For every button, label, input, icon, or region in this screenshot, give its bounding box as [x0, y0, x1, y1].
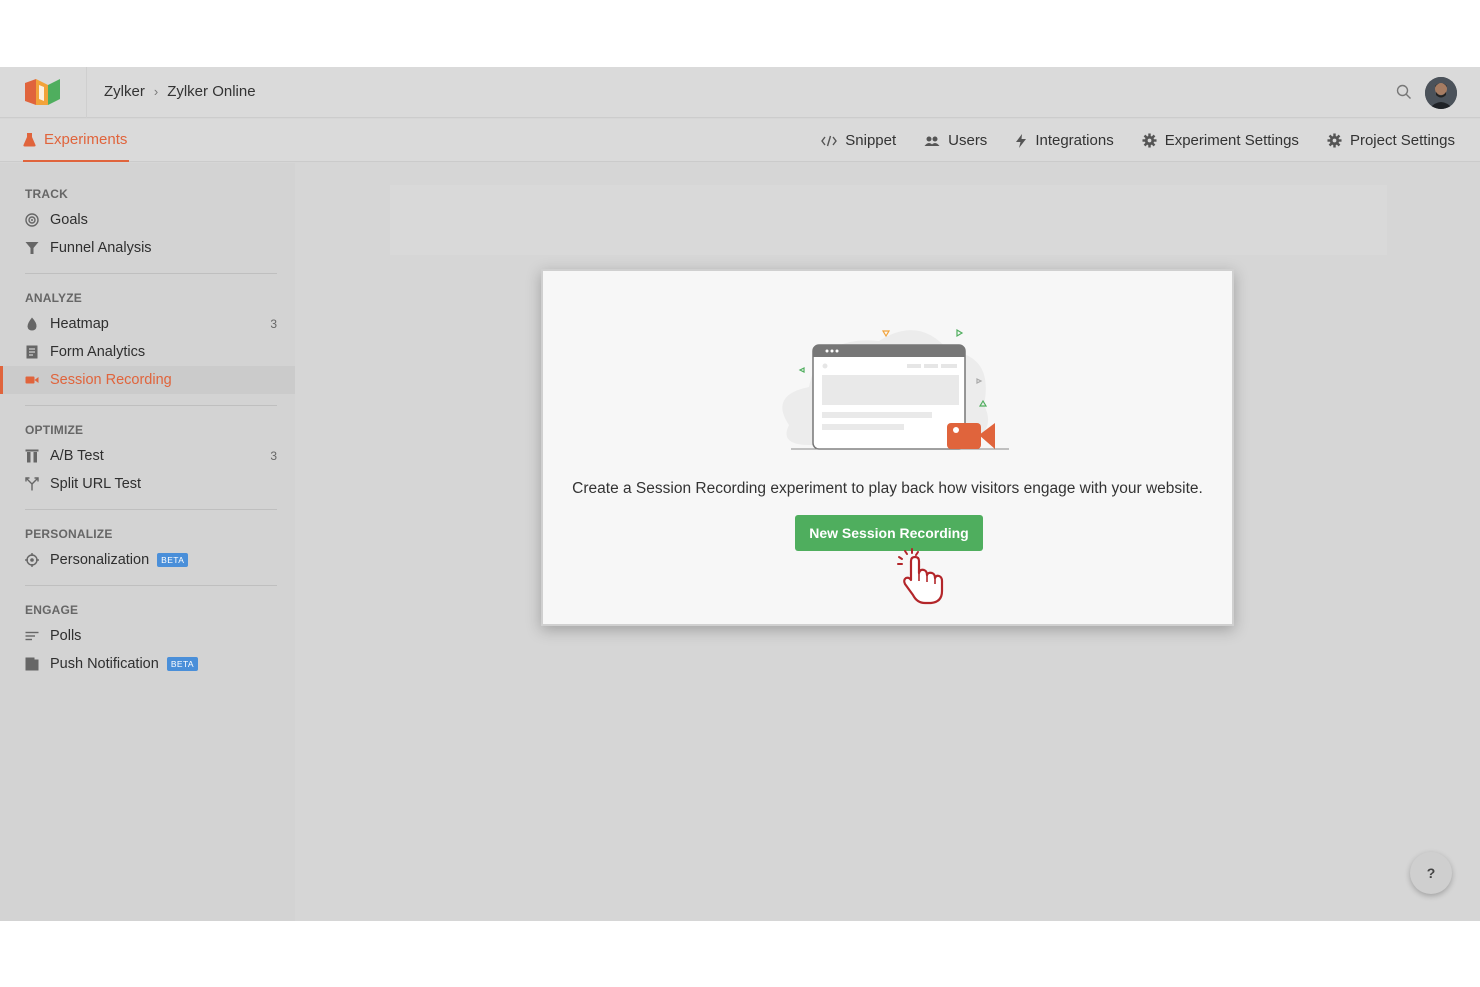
tab-experiments-label: Experiments	[44, 131, 128, 148]
nav-experiment-settings[interactable]: Experiment Settings	[1142, 132, 1299, 149]
top-bar: Zylker › Zylker Online	[0, 67, 1480, 118]
bolt-icon	[1016, 133, 1027, 148]
nav-users[interactable]: Users	[924, 132, 987, 149]
sidebar-item-ab-test[interactable]: A/B Test 3	[0, 442, 295, 470]
nav-project-settings[interactable]: Project Settings	[1327, 132, 1455, 149]
app-window: Zylker › Zylker Online Experiments Snipp…	[0, 67, 1480, 921]
sidebar-item-split-url-test[interactable]: Split URL Test	[0, 470, 295, 498]
nav-experiment-settings-label: Experiment Settings	[1164, 132, 1299, 149]
pointer-hand-icon	[897, 548, 944, 605]
sidebar-item-heatmap[interactable]: Heatmap 3	[0, 310, 295, 338]
nav-project-settings-label: Project Settings	[1349, 132, 1455, 149]
sidebar-item-push-notification[interactable]: Push Notification BETA	[0, 650, 295, 678]
video-icon	[25, 376, 39, 384]
logo-divider	[86, 67, 87, 118]
empty-state-dialog: Create a Session Recording experiment to…	[541, 269, 1234, 626]
sidebar-item-label: Heatmap	[50, 316, 109, 332]
users-icon	[924, 136, 940, 146]
nav-integrations-label: Integrations	[1035, 132, 1114, 149]
target-icon	[25, 213, 39, 227]
heatmap-count: 3	[270, 317, 277, 331]
sidebar-item-label: Personalization	[50, 552, 150, 568]
sidebar-heading-track: TRACK	[25, 187, 68, 201]
empty-state-message: Create a Session Recording experiment to…	[572, 480, 1203, 497]
help-button[interactable]: ?	[1410, 852, 1452, 894]
sidebar-item-label: Push Notification	[50, 656, 159, 672]
nav-snippet-label: Snippet	[845, 132, 897, 149]
sidebar-item-form-analytics[interactable]: Form Analytics	[0, 338, 295, 366]
avatar[interactable]	[1425, 77, 1457, 109]
session-recording-illustration	[782, 328, 1009, 450]
breadcrumb-project[interactable]: Zylker Online	[167, 83, 255, 100]
content-placeholder-band	[390, 185, 1387, 255]
beta-badge: BETA	[166, 657, 198, 671]
bell-box-icon	[25, 657, 39, 671]
logo-icon[interactable]	[22, 75, 62, 109]
crosshair-icon	[25, 553, 39, 567]
sidebar-item-label: A/B Test	[50, 448, 104, 464]
sidebar-item-goals[interactable]: Goals	[0, 206, 295, 234]
flask-icon	[23, 133, 36, 147]
sidebar-item-label: Form Analytics	[50, 344, 146, 360]
sidebar-heading-analyze: ANALYZE	[25, 291, 82, 305]
nav-users-label: Users	[948, 132, 988, 149]
list-icon	[25, 631, 39, 641]
nav-integrations[interactable]: Integrations	[1015, 132, 1114, 149]
user-avatar-icon	[1425, 77, 1457, 109]
breadcrumb-org[interactable]: Zylker	[104, 83, 145, 100]
flame-icon	[27, 317, 37, 331]
ab-test-count: 3	[270, 449, 277, 463]
sidebar-item-label: Split URL Test	[50, 476, 142, 492]
gear-icon	[1327, 133, 1342, 148]
split-icon	[25, 477, 39, 491]
breadcrumb: Zylker › Zylker Online	[104, 83, 256, 100]
funnel-icon	[25, 242, 39, 254]
sidebar-divider	[25, 273, 277, 274]
ab-test-icon	[25, 449, 39, 463]
sidebar-heading-optimize: OPTIMIZE	[25, 423, 84, 437]
form-icon	[26, 345, 38, 359]
sidebar-item-label: Session Recording	[50, 372, 172, 388]
nav-snippet[interactable]: Snippet	[821, 132, 896, 149]
gear-icon	[1142, 133, 1157, 148]
sidebar-item-personalization[interactable]: Personalization BETA	[0, 546, 295, 574]
sidebar-divider	[25, 509, 277, 510]
sidebar-item-label: Polls	[50, 628, 82, 644]
breadcrumb-separator: ›	[153, 84, 159, 99]
sidebar-item-funnel-analysis[interactable]: Funnel Analysis	[0, 234, 295, 262]
new-session-recording-button[interactable]: New Session Recording	[795, 515, 983, 551]
beta-badge: BETA	[157, 553, 189, 567]
sidebar-item-label: Funnel Analysis	[50, 240, 152, 256]
sidebar-divider	[25, 585, 277, 586]
sidebar-item-polls[interactable]: Polls	[0, 622, 295, 650]
nav-menu: Snippet Users Integrations Experiment Se…	[821, 119, 1455, 162]
sidebar-divider	[25, 405, 277, 406]
sidebar-item-session-recording[interactable]: Session Recording	[0, 366, 295, 394]
sidebar-item-label: Goals	[50, 212, 88, 228]
tab-experiments[interactable]: Experiments	[23, 119, 130, 162]
code-icon	[821, 135, 838, 146]
search-icon[interactable]	[1396, 84, 1412, 100]
sidebar-heading-engage: ENGAGE	[25, 603, 79, 617]
sidebar-heading-personalize: PERSONALIZE	[25, 527, 113, 541]
sidebar: TRACK Goals Funnel Analysis ANALYZE Heat…	[0, 163, 295, 921]
nav-bar: Experiments Snippet Users Integrations E…	[0, 119, 1480, 162]
